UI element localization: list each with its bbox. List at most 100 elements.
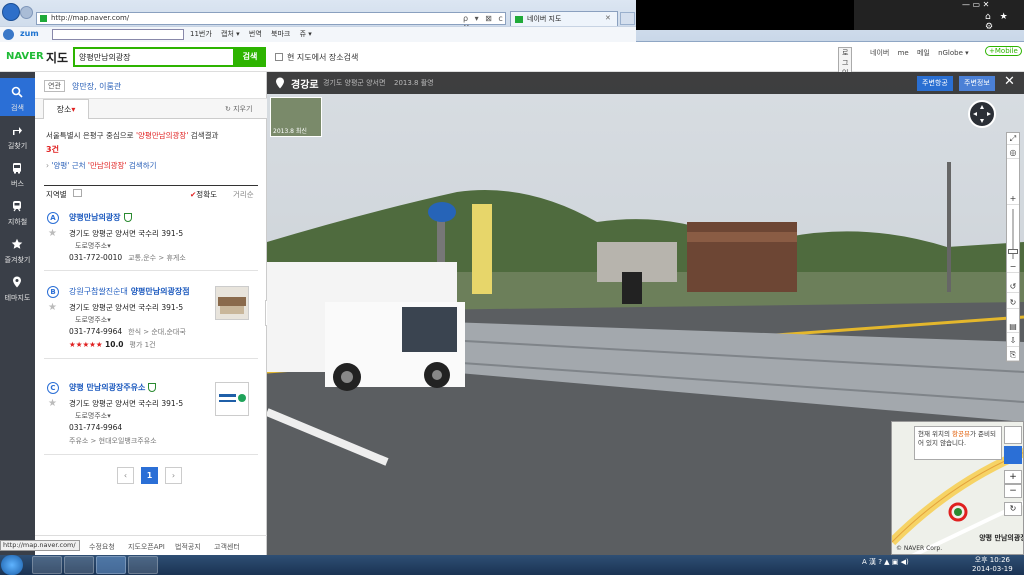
region-filter-dropdown[interactable] bbox=[73, 189, 82, 197]
zum-link[interactable]: 쥬 ▾ bbox=[300, 30, 312, 38]
zoom-in-button[interactable]: + bbox=[1007, 193, 1019, 205]
mobile-button[interactable]: +Mobile bbox=[985, 46, 1022, 56]
top-link[interactable]: 네이버 bbox=[870, 49, 889, 57]
zum-link[interactable]: 캡처 ▾ bbox=[221, 30, 240, 38]
nearby-info-button[interactable]: 주변정보 bbox=[959, 76, 995, 91]
nav-bus[interactable]: 버스 bbox=[0, 154, 35, 192]
nav-theme-map[interactable]: 테마지도 bbox=[0, 268, 35, 306]
road-address-toggle[interactable]: 도로명주소▾ bbox=[75, 241, 111, 251]
sort-distance[interactable]: 거리순 bbox=[233, 189, 254, 200]
home-favorites-tools-icon[interactable]: ⌂ ★ ⚙ bbox=[985, 12, 1024, 32]
print-icon[interactable]: ▤ bbox=[1007, 321, 1019, 333]
nav-subway[interactable]: 지하철 bbox=[0, 192, 35, 230]
street-view[interactable]: 경강로 경기도 양평군 양서면 2013.8 촬영 주변항공 주변정보 ✕ 20… bbox=[267, 72, 1024, 555]
refresh-icon[interactable]: ↻ bbox=[1004, 502, 1022, 516]
compass-control[interactable] bbox=[968, 100, 996, 128]
naver-logo[interactable]: NAVER bbox=[6, 51, 44, 62]
map-zoom-out-button[interactable]: − bbox=[1004, 484, 1022, 498]
browser-tab[interactable]: 네이버 지도 ✕ bbox=[510, 11, 618, 26]
search-here-checkbox[interactable] bbox=[275, 53, 283, 61]
result-suffix: 검색결과 bbox=[190, 131, 219, 140]
zum-toolbar: zum 11번가 캡처 ▾ 번역 북마크 쥬 ▾ bbox=[0, 26, 636, 42]
star-icon[interactable]: ★ bbox=[48, 228, 57, 239]
back-button[interactable] bbox=[2, 3, 20, 21]
download-icon[interactable]: ⇩ bbox=[1007, 335, 1019, 347]
marker-c-icon: C bbox=[47, 382, 59, 394]
mini-map[interactable]: 현재 위치의 항공뷰가 준비되어 있지 않습니다. + − ↻ 양평 만남의광장… bbox=[891, 421, 1024, 555]
footer-link[interactable]: 법적공지 bbox=[175, 542, 201, 552]
road-address-toggle[interactable]: 도로명주소▾ bbox=[75, 411, 111, 421]
result-name[interactable]: 양평만남의광장 bbox=[69, 212, 132, 223]
top-link[interactable]: nGlobe ▾ bbox=[938, 49, 969, 57]
rotate-left-icon[interactable]: ↺ bbox=[1007, 281, 1019, 293]
footer-link[interactable]: 수정요청 bbox=[89, 542, 115, 552]
result-divider bbox=[44, 270, 258, 271]
start-button[interactable] bbox=[1, 555, 23, 575]
camera-icon[interactable]: ◎ bbox=[1007, 147, 1019, 159]
close-icon[interactable]: ✕ bbox=[1004, 74, 1015, 89]
tab-place[interactable]: 장소▾ bbox=[43, 99, 89, 119]
rating-count[interactable]: 평가 1건 bbox=[130, 341, 156, 349]
nearby-aerial-button[interactable]: 주변항공 bbox=[917, 76, 953, 91]
taskbar-explorer-icon[interactable] bbox=[32, 556, 62, 574]
system-tray[interactable]: A 漢 ? ▲ ▣ ◀) bbox=[862, 557, 909, 567]
rating-stars: ★★★★★ bbox=[69, 340, 103, 349]
road-address-toggle[interactable]: 도로명주소▾ bbox=[75, 315, 111, 325]
date-thumbnail[interactable]: 2013.8 최신 bbox=[270, 97, 322, 137]
link-icon[interactable]: ⎘ bbox=[1007, 349, 1019, 361]
status-bar: http://map.naver.com/ bbox=[0, 540, 80, 551]
forward-button[interactable] bbox=[20, 6, 33, 19]
star-icon[interactable]: ★ bbox=[48, 398, 57, 409]
star-icon[interactable]: ★ bbox=[48, 302, 57, 313]
search-input[interactable]: 양평만남의광장 bbox=[73, 47, 235, 67]
window-controls[interactable]: — ▭ ✕ bbox=[962, 0, 989, 9]
nav-directions[interactable]: 길찾기 bbox=[0, 116, 35, 154]
related-tag: 연관 bbox=[44, 80, 65, 92]
taskbar-ie-icon[interactable] bbox=[96, 556, 126, 574]
sort-accuracy[interactable]: ✔정확도 bbox=[190, 189, 217, 200]
result-thumbnail[interactable] bbox=[215, 286, 249, 320]
page-1-button[interactable]: 1 bbox=[141, 467, 158, 484]
taskbar-app-icon[interactable] bbox=[64, 556, 94, 574]
new-tab-button[interactable] bbox=[620, 12, 635, 25]
tooltip-link[interactable]: 항공뷰 bbox=[952, 430, 970, 438]
map-title[interactable]: 지도 bbox=[46, 49, 68, 66]
related-links[interactable]: 양만장, 이룸관 bbox=[72, 81, 121, 92]
zoom-slider-handle[interactable] bbox=[1008, 249, 1018, 254]
fullscreen-icon[interactable]: ⤢ bbox=[1007, 133, 1019, 145]
nav-search[interactable]: 검색 bbox=[0, 78, 35, 116]
map-zoom-in-button[interactable]: + bbox=[1004, 470, 1022, 484]
directions-icon bbox=[11, 124, 23, 136]
aerial-toggle-icon[interactable] bbox=[1004, 426, 1022, 444]
taskbar-app-icon[interactable] bbox=[128, 556, 158, 574]
address-bar[interactable]: http://map.naver.com/ ρ ▾ ⊠ c ✕ bbox=[36, 12, 506, 32]
rotate-right-icon[interactable]: ↻ bbox=[1007, 297, 1019, 309]
toolbar-settings-icon[interactable] bbox=[3, 29, 14, 40]
location-marker-icon[interactable] bbox=[1004, 446, 1022, 464]
search-button[interactable]: 검색 bbox=[234, 47, 266, 67]
zum-link[interactable]: 번역 bbox=[249, 30, 262, 38]
zoom-out-button[interactable]: − bbox=[1007, 261, 1019, 273]
left-nav: 검색 길찾기 버스 지하철 즐겨찾기 테마지도 bbox=[0, 72, 35, 555]
result-category: 한식 > 순대,순대국 bbox=[128, 328, 186, 336]
tab-close-icon[interactable]: ✕ bbox=[605, 14, 611, 22]
nav-favorites[interactable]: 즐겨찾기 bbox=[0, 230, 35, 268]
zum-logo[interactable]: zum bbox=[20, 29, 39, 38]
result-name[interactable]: 강원구참쌀진순대 양평만남의광장점 bbox=[69, 286, 190, 297]
next-page-button[interactable]: › bbox=[165, 467, 182, 484]
zum-link[interactable]: 북마크 bbox=[271, 30, 290, 38]
top-link[interactable]: me bbox=[898, 49, 909, 57]
zum-link[interactable]: 11번가 bbox=[190, 30, 212, 38]
top-link[interactable]: 메일 bbox=[917, 49, 930, 57]
clock[interactable]: 오후 10:26 2014-03-19 bbox=[972, 556, 1013, 574]
map-place-label: 양평 만남의광장 bbox=[979, 534, 1024, 542]
clear-button[interactable]: ↻ 지우기 bbox=[225, 104, 252, 114]
zum-search-input[interactable] bbox=[52, 29, 184, 40]
result-name[interactable]: 양평 만남의광장주유소 bbox=[69, 382, 157, 393]
nearby-search-link[interactable]: › '양평' 근처 '만남의광장' 검색하기 bbox=[46, 160, 157, 171]
hyundai-oilbank-logo[interactable] bbox=[215, 382, 249, 416]
prev-page-button[interactable]: ‹ bbox=[117, 467, 134, 484]
shield-icon bbox=[123, 213, 132, 222]
footer-link[interactable]: 고객센터 bbox=[214, 542, 240, 552]
footer-link[interactable]: 지도오픈API bbox=[128, 542, 165, 552]
